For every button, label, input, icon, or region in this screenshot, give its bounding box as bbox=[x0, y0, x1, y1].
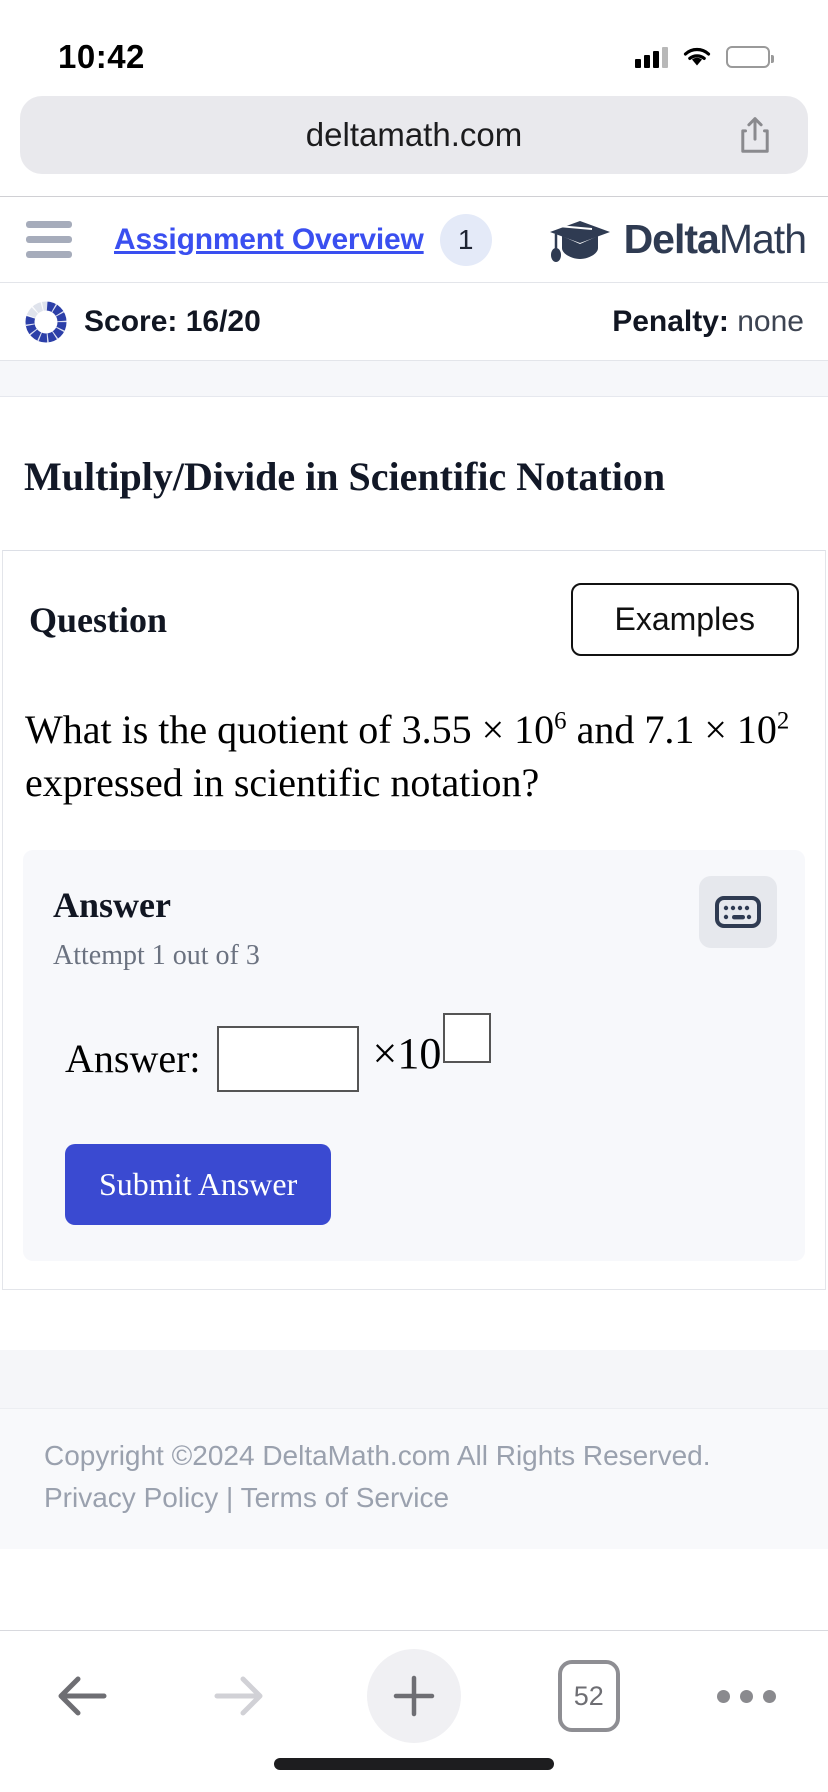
tab-overview-button[interactable]: 52 bbox=[557, 1660, 620, 1732]
share-icon[interactable] bbox=[738, 116, 772, 154]
question-value1-base: 10 bbox=[514, 707, 555, 752]
score-group: Score: 16/20 bbox=[24, 300, 261, 344]
multiplication-symbol-2: × bbox=[704, 707, 727, 752]
site-footer: Copyright ©2024 DeltaMath.com All Rights… bbox=[0, 1407, 828, 1549]
tab-count-label: 52 bbox=[557, 1660, 620, 1732]
logo-delta-text: Delta bbox=[623, 216, 720, 262]
question-card: Question Examples What is the quotient o… bbox=[2, 550, 826, 1290]
graduation-cap-icon bbox=[549, 220, 610, 262]
examples-button[interactable]: Examples bbox=[570, 583, 799, 656]
question-heading: Question bbox=[29, 599, 168, 640]
url-text: deltamath.com bbox=[305, 116, 523, 153]
back-button[interactable] bbox=[52, 1671, 112, 1721]
deltamath-logo[interactable]: DeltaMath bbox=[548, 216, 807, 263]
assignment-number-badge: 1 bbox=[439, 213, 492, 266]
attempt-counter: Attempt 1 out of 3 bbox=[53, 939, 260, 971]
question-header: Question Examples bbox=[3, 551, 825, 666]
deltamath-logo-text: DeltaMath bbox=[623, 216, 807, 263]
cellular-signal-icon bbox=[635, 46, 668, 68]
browser-toolbar-row: 52 bbox=[0, 1631, 828, 1743]
answer-field-label: Answer: bbox=[65, 1036, 201, 1082]
site-navbar: Assignment Overview 1 DeltaMath bbox=[0, 197, 828, 283]
module-title: Multiply/Divide in Scientific Notation bbox=[24, 454, 666, 499]
question-value2-exponent: 2 bbox=[776, 707, 790, 735]
question-value1-mantissa: 3.55 bbox=[401, 707, 472, 752]
more-options-button[interactable] bbox=[717, 1689, 776, 1703]
browser-bottom-toolbar: 52 bbox=[0, 1630, 828, 1792]
assignment-overview-link[interactable]: Assignment Overview bbox=[114, 223, 424, 257]
url-bar[interactable]: deltamath.com bbox=[20, 96, 808, 174]
question-text: What is the quotient of 3.55 × 106 and 7… bbox=[3, 666, 825, 850]
hamburger-menu-icon[interactable] bbox=[26, 221, 72, 258]
penalty-value: none bbox=[737, 304, 804, 338]
question-value1-exponent: 6 bbox=[554, 707, 567, 735]
footer-copyright: Copyright ©2024 DeltaMath.com All Rights… bbox=[44, 1439, 711, 1471]
score-bar: Score: 16/20 Penalty: none bbox=[0, 283, 828, 361]
forward-button[interactable] bbox=[209, 1671, 269, 1721]
multiplication-symbol-1: × bbox=[481, 707, 505, 752]
home-indicator bbox=[274, 1758, 554, 1770]
answer-input-row: Answer: ×10 bbox=[53, 1012, 775, 1092]
more-options-icon bbox=[717, 1689, 776, 1703]
content-top-strip bbox=[0, 361, 828, 397]
page-bottom-spacer bbox=[0, 1349, 828, 1408]
wifi-icon bbox=[683, 47, 711, 66]
browser-url-bar-container: deltamath.com bbox=[0, 90, 828, 196]
score-progress-ring-icon bbox=[25, 301, 67, 342]
terms-of-service-link[interactable]: Terms of Service bbox=[241, 1482, 450, 1513]
times-ten-label: ×10 bbox=[372, 1029, 442, 1079]
penalty-info: Penalty: none bbox=[612, 305, 804, 339]
penalty-label: Penalty: bbox=[612, 304, 729, 338]
score-label: Score: 16/20 bbox=[84, 304, 261, 338]
times-ten-text: ×10 bbox=[372, 1012, 492, 1089]
plus-icon bbox=[393, 1675, 434, 1717]
status-time: 10:42 bbox=[58, 38, 145, 75]
keyboard-icon bbox=[715, 895, 761, 928]
battery-icon bbox=[726, 46, 774, 68]
question-text-part1: What is the quotient of bbox=[25, 707, 402, 752]
new-tab-button[interactable] bbox=[366, 1649, 461, 1743]
footer-links: Privacy Policy | Terms of Service bbox=[44, 1477, 784, 1519]
answer-panel: Answer Attempt 1 out of 3 Answer: ×10 Su… bbox=[23, 849, 805, 1261]
keyboard-toggle-button[interactable] bbox=[699, 875, 777, 948]
answer-exponent-input[interactable] bbox=[443, 1012, 492, 1063]
card-bottom-spacer bbox=[0, 1289, 828, 1350]
ios-status-bar: 10:42 bbox=[0, 0, 828, 90]
footer-link-separator: | bbox=[218, 1481, 241, 1513]
forward-arrow-icon bbox=[214, 1676, 263, 1716]
answer-mantissa-input[interactable] bbox=[216, 1025, 359, 1092]
answer-heading: Answer bbox=[53, 884, 171, 925]
submit-answer-button[interactable]: Submit Answer bbox=[65, 1143, 332, 1225]
status-indicators bbox=[635, 45, 774, 69]
logo-math-text: Math bbox=[718, 216, 807, 262]
question-value2-base: 10 bbox=[736, 707, 777, 752]
question-value2-mantissa: 7.1 bbox=[644, 707, 695, 752]
question-text-part2: and bbox=[566, 707, 645, 752]
privacy-policy-link[interactable]: Privacy Policy bbox=[44, 1482, 218, 1513]
question-text-part3: expressed in scientific notation? bbox=[25, 759, 540, 805]
back-arrow-icon bbox=[58, 1676, 107, 1716]
page-content: Multiply/Divide in Scientific Notation Q… bbox=[0, 397, 828, 1549]
